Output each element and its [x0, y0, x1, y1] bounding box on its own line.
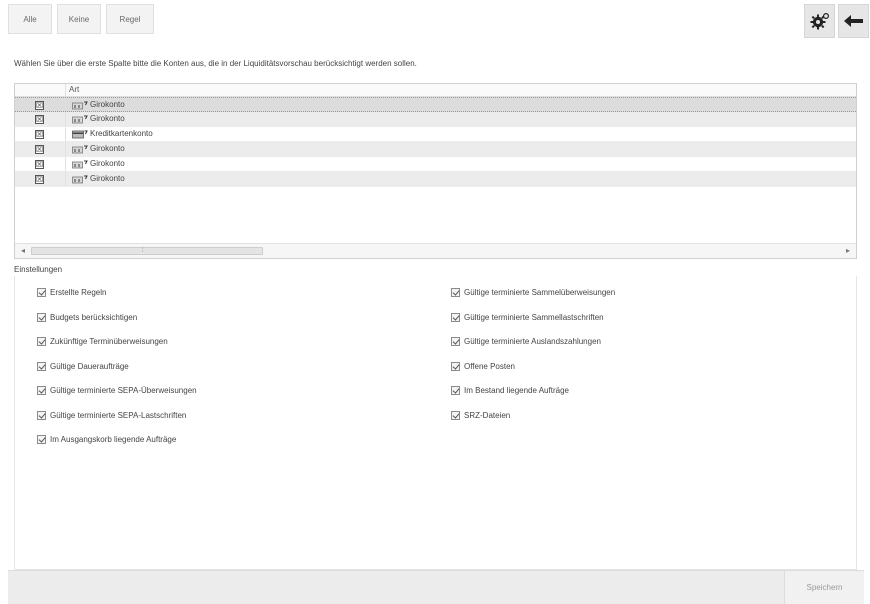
setting-label: Gültige Daueraufträge — [50, 361, 129, 371]
setting-checkbox[interactable] — [37, 287, 46, 297]
account-type-label: Girokonto — [90, 144, 125, 153]
setting-label: Im Ausgangskorb liegende Aufträge — [50, 434, 177, 444]
bank-account-icon — [72, 115, 88, 124]
settings-button[interactable] — [804, 4, 835, 38]
table-row[interactable]: ☒ Girokonto — [15, 112, 856, 127]
column-separator — [65, 98, 66, 111]
setting-label: Budgets berücksichtigen — [50, 312, 138, 322]
setting-option[interactable]: Gültige terminierte Sammelüberweisungen — [451, 286, 615, 298]
setting-checkbox[interactable] — [37, 361, 46, 371]
table-row[interactable]: ☒ Girokonto — [15, 172, 856, 187]
arrow-left-icon — [843, 15, 863, 27]
account-type-label: Girokonto — [90, 159, 125, 168]
setting-checkbox[interactable] — [451, 312, 460, 322]
setting-option[interactable]: Im Ausgangskorb liegende Aufträge — [37, 433, 176, 445]
settings-section-label: Einstellungen — [14, 265, 63, 274]
setting-checkbox[interactable] — [451, 410, 460, 420]
select-none-button[interactable]: Keine — [57, 4, 101, 34]
row-include-checkbox[interactable]: ☒ — [35, 101, 44, 110]
account-type-label: Kreditkartenkonto — [90, 129, 153, 138]
table-row[interactable]: ☒ Girokonto — [15, 97, 856, 112]
setting-label: Gültige terminierte Auslandszahlungen — [464, 336, 601, 346]
scrollbar-thumb[interactable]: ⦙ — [31, 247, 263, 255]
setting-option[interactable]: Im Bestand liegende Aufträge — [451, 384, 569, 396]
setting-checkbox[interactable] — [37, 385, 46, 395]
credit-card-account-icon — [72, 130, 88, 139]
setting-checkbox[interactable] — [37, 434, 46, 444]
table-row[interactable]: ☒ Girokonto — [15, 142, 856, 157]
setting-label: Gültige terminierte SEPA-Lastschriften — [50, 410, 187, 420]
select-all-button[interactable]: Alle — [8, 4, 52, 34]
setting-label: Im Bestand liegende Aufträge — [464, 385, 569, 395]
setting-checkbox[interactable] — [451, 336, 460, 346]
setting-checkbox[interactable] — [451, 361, 460, 371]
scroll-left-icon[interactable]: ◂ — [21, 246, 25, 255]
bank-account-icon — [72, 101, 88, 110]
account-type-label: Girokonto — [90, 100, 125, 109]
bank-account-icon — [72, 160, 88, 169]
setting-option[interactable]: Gültige Daueraufträge — [37, 360, 129, 372]
setting-option[interactable]: Gültige terminierte SEPA-Lastschriften — [37, 409, 186, 421]
rule-button[interactable]: Regel — [106, 4, 154, 34]
column-separator — [65, 157, 66, 171]
scroll-grip-icon: ⦙ — [142, 247, 144, 254]
bank-account-icon — [72, 145, 88, 154]
column-header-art[interactable]: Art — [69, 85, 79, 94]
scroll-right-icon[interactable]: ▸ — [846, 246, 850, 255]
row-include-checkbox[interactable]: ☒ — [35, 145, 44, 154]
table-row[interactable]: ☒ Kreditkartenkonto — [15, 127, 856, 142]
setting-option[interactable]: Gültige terminierte SEPA-Überweisungen — [37, 384, 197, 396]
column-separator — [65, 142, 66, 156]
setting-label: Gültige terminierte SEPA-Überweisungen — [50, 385, 197, 395]
setting-label: SRZ-Dateien — [464, 410, 511, 420]
setting-label: Gültige terminierte Sammellastschriften — [464, 312, 604, 322]
setting-checkbox[interactable] — [451, 287, 460, 297]
account-type-label: Girokonto — [90, 174, 125, 183]
gear-plus-icon — [810, 12, 829, 30]
setting-label: Offene Posten — [464, 361, 515, 371]
save-button[interactable]: Speichern — [784, 571, 864, 604]
setting-option[interactable]: Gültige terminierte Sammellastschriften — [451, 311, 604, 323]
setting-checkbox[interactable] — [37, 410, 46, 420]
setting-checkbox[interactable] — [451, 385, 460, 395]
column-separator — [65, 127, 66, 141]
setting-checkbox[interactable] — [37, 336, 46, 346]
table-row[interactable]: ☒ Girokonto — [15, 157, 856, 172]
setting-option[interactable]: Budgets berücksichtigen — [37, 311, 137, 323]
bank-account-icon — [72, 175, 88, 184]
setting-checkbox[interactable] — [37, 312, 46, 322]
setting-option[interactable]: Offene Posten — [451, 360, 515, 372]
horizontal-scrollbar[interactable]: ◂ ⦙ ▸ — [15, 243, 856, 258]
setting-label: Zukünftige Terminüberweisungen — [50, 336, 168, 346]
row-include-checkbox[interactable]: ☒ — [35, 175, 44, 184]
setting-option[interactable]: Gültige terminierte Auslandszahlungen — [451, 335, 601, 347]
setting-option[interactable]: Zukünftige Terminüberweisungen — [37, 335, 168, 347]
toolbar: Alle Keine Regel — [0, 0, 870, 44]
intro-text: Wählen Sie über die erste Spalte bitte d… — [14, 59, 417, 68]
column-separator — [65, 172, 66, 186]
column-separator — [65, 112, 66, 126]
row-include-checkbox[interactable]: ☒ — [35, 130, 44, 139]
setting-label: Erstellte Regeln — [50, 287, 107, 297]
settings-panel: Erstellte Regeln Budgets berücksichtigen Z… — [14, 276, 857, 570]
account-type-label: Girokonto — [90, 114, 125, 123]
setting-option[interactable]: SRZ-Dateien — [451, 409, 510, 421]
column-separator — [65, 84, 66, 96]
accounts-grid: Art ☒ Girokonto ☒ Girokonto ☒ Kreditkartenkon… — [14, 83, 857, 259]
setting-option[interactable]: Erstellte Regeln — [37, 286, 106, 298]
footer-bar: Speichern — [8, 570, 864, 604]
row-include-checkbox[interactable]: ☒ — [35, 160, 44, 169]
setting-label: Gültige terminierte Sammelüberweisungen — [464, 287, 616, 297]
grid-rows: ☒ Girokonto ☒ Girokonto ☒ Kreditkartenkonto ☒ G… — [15, 97, 856, 187]
back-button[interactable] — [838, 4, 869, 38]
grid-header: Art — [15, 84, 856, 97]
row-include-checkbox[interactable]: ☒ — [35, 115, 44, 124]
